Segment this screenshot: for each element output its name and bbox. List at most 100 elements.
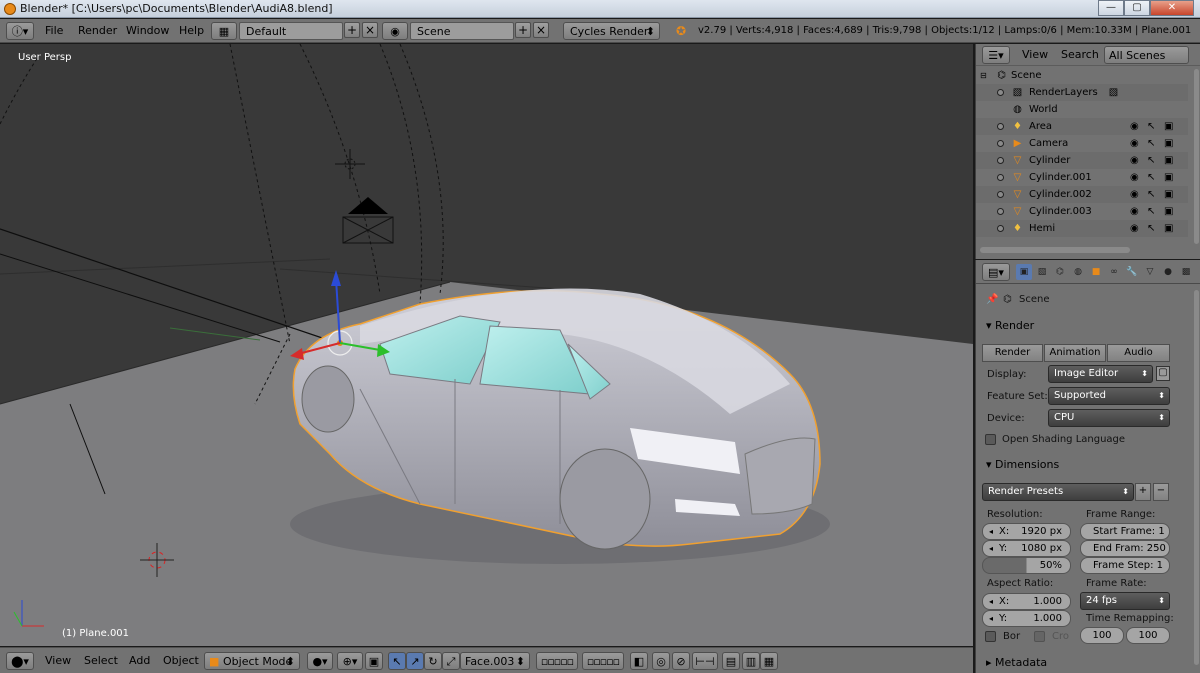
display-lock-icon[interactable]: ▢ [1156, 366, 1170, 381]
remove-preset-icon[interactable]: − [1153, 483, 1169, 501]
select-arrow-icon[interactable]: ↖ [1147, 118, 1155, 135]
minimize-button[interactable]: — [1098, 0, 1124, 16]
outliner-row-world[interactable]: ◍ World [976, 101, 1188, 118]
screen-layout-field[interactable]: Default [239, 22, 343, 40]
resolution-x-field[interactable]: ◂ X: 1920 px [982, 523, 1071, 540]
animation-button[interactable]: Animation [1044, 344, 1106, 362]
remove-layout-icon[interactable]: × [362, 22, 378, 38]
remove-scene-icon[interactable]: × [533, 22, 549, 38]
add-preset-icon[interactable]: + [1135, 483, 1151, 501]
audio-button[interactable]: Audio [1107, 344, 1170, 362]
render-camera-icon[interactable]: ▣ [1164, 169, 1173, 186]
transform-orientation-dropdown[interactable]: Face.003 ⬍ [460, 652, 530, 670]
opengl-render-icon[interactable]: ▤ [722, 652, 740, 670]
3d-viewport[interactable]: User Persp (1) Plane.001 [0, 44, 973, 646]
world-tab-icon[interactable]: ◍ [1070, 264, 1086, 280]
render-engine-dropdown[interactable]: Cycles Render ⬍ [563, 22, 660, 40]
properties-scrollbar[interactable] [1194, 290, 1199, 665]
end-frame-field[interactable]: End Fram: 250 [1080, 540, 1170, 557]
outliner-row-cylinder-001[interactable]: ▽ Cylinder.001 ◉ ↖ ▣ [976, 169, 1188, 186]
outliner-row-hemi[interactable]: ♦ Hemi ◉ ↖ ▣ [976, 220, 1188, 237]
time-remap-new-field[interactable]: 100 [1126, 627, 1170, 644]
eye-icon[interactable]: ◉ [1130, 118, 1139, 135]
select-arrow-icon[interactable]: ↖ [1147, 169, 1155, 186]
start-frame-field[interactable]: Start Frame: 1 [1080, 523, 1170, 540]
opengl-anim-icon[interactable]: ▥ [742, 652, 760, 670]
render-camera-icon[interactable]: ▣ [1164, 152, 1173, 169]
close-button[interactable]: ✕ [1150, 0, 1194, 16]
resolution-percentage-slider[interactable]: 50% [982, 557, 1071, 574]
outliner-row-cylinder-003[interactable]: ▽ Cylinder.003 ◉ ↖ ▣ [976, 203, 1188, 220]
renderlayers-tab-icon[interactable]: ▧ [1034, 264, 1050, 280]
maximize-button[interactable]: ▢ [1124, 0, 1150, 16]
layers-grid-1-icon[interactable]: ▫▫▫▫▫ [536, 652, 578, 670]
eye-icon[interactable]: ◉ [1130, 152, 1139, 169]
select-arrow-icon[interactable]: ↖ [1147, 135, 1155, 152]
camera-view-icon[interactable]: ▦ [760, 652, 778, 670]
display-dropdown[interactable]: Image Editor ⬍ [1048, 365, 1153, 383]
layers-grid-2-icon[interactable]: ▫▫▫▫▫ [582, 652, 624, 670]
menu-object[interactable]: Object [163, 652, 199, 670]
crop-checkbox[interactable] [1034, 631, 1045, 642]
dimensions-panel-header[interactable]: ▾ Dimensions [976, 455, 1176, 475]
select-arrow-icon[interactable]: ↖ [1147, 152, 1155, 169]
menu-help[interactable]: Help [179, 22, 204, 40]
outliner-row-area[interactable]: ♦ Area ◉ ↖ ▣ [976, 118, 1188, 135]
render-panel-header[interactable]: ▾ Render [976, 316, 1176, 336]
pivot-point-icon[interactable]: ⊕▾ [337, 652, 363, 670]
menu-render[interactable]: Render [78, 22, 117, 40]
resolution-y-field[interactable]: ◂ Y: 1080 px [982, 540, 1071, 557]
border-checkbox[interactable] [985, 631, 996, 642]
device-dropdown[interactable]: CPU ⬍ [1048, 409, 1170, 427]
outliner-row-cylinder-002[interactable]: ▽ Cylinder.002 ◉ ↖ ▣ [976, 186, 1188, 203]
object-tab-icon[interactable]: ■ [1088, 264, 1104, 280]
outliner-tree[interactable]: ⊟ ⌬ Scene ▧ RenderLayers ▧ ◍ World ♦ Are… [976, 67, 1188, 247]
constraints-tab-icon[interactable]: ∞ [1106, 264, 1122, 280]
outliner-scrollbar[interactable] [1194, 69, 1199, 244]
outliner-menu-search[interactable]: Search [1061, 46, 1099, 64]
frame-rate-dropdown[interactable]: 24 fps ⬍ [1080, 592, 1170, 610]
modifiers-tab-icon[interactable]: 🔧 [1124, 264, 1140, 280]
material-tab-icon[interactable]: ● [1160, 264, 1176, 280]
editor-type-info-button[interactable]: ⓘ▾ [6, 22, 34, 40]
proportional-edit-icon[interactable]: ◎ [652, 652, 670, 670]
eye-icon[interactable]: ◉ [1130, 220, 1139, 237]
snap-element-icon[interactable]: ⊢⊣ [692, 652, 718, 670]
scene-tab-icon[interactable]: ⌬ [1052, 264, 1068, 280]
render-camera-icon[interactable]: ▣ [1164, 203, 1173, 220]
snap-toggle-icon[interactable]: ⊘ [672, 652, 690, 670]
outliner-row-scene[interactable]: ⊟ ⌬ Scene [976, 67, 1188, 84]
lock-layers-icon[interactable]: ◧ [630, 652, 648, 670]
metadata-panel-header[interactable]: ▸ Metadata [976, 653, 1176, 673]
outliner-row-renderlayers[interactable]: ▧ RenderLayers ▧ [976, 84, 1188, 101]
limit-selection-icon[interactable]: ▣ [365, 652, 383, 670]
rotate-manipulator-icon[interactable]: ↻ [424, 652, 442, 670]
eye-icon[interactable]: ◉ [1130, 203, 1139, 220]
aspect-y-field[interactable]: ◂ Y: 1.000 [982, 610, 1071, 627]
frame-step-field[interactable]: Frame Step: 1 [1080, 557, 1170, 574]
scene-field[interactable]: Scene [410, 22, 514, 40]
editor-type-properties-button[interactable]: ▤▾ [982, 263, 1010, 281]
data-tab-icon[interactable]: ▽ [1142, 264, 1158, 280]
translate-manipulator-icon[interactable]: ↗ [406, 652, 424, 670]
manipulator-toggle-icon[interactable]: ↖ [388, 652, 406, 670]
outliner-display-mode-dropdown[interactable]: All Scenes [1104, 46, 1189, 64]
scene-selector-icon[interactable]: ◉ [382, 22, 408, 40]
menu-add[interactable]: Add [129, 652, 150, 670]
viewport-shading-icon[interactable]: ●▾ [307, 652, 333, 670]
render-tab-icon[interactable]: ▣ [1016, 264, 1032, 280]
eye-icon[interactable]: ◉ [1130, 186, 1139, 203]
feature-set-dropdown[interactable]: Supported ⬍ [1048, 387, 1170, 405]
screen-layout-icon[interactable]: ▦ [211, 22, 237, 40]
render-camera-icon[interactable]: ▣ [1164, 118, 1173, 135]
outliner-row-cylinder[interactable]: ▽ Cylinder ◉ ↖ ▣ [976, 152, 1188, 169]
menu-file[interactable]: File [45, 22, 63, 40]
eye-icon[interactable]: ◉ [1130, 169, 1139, 186]
menu-select[interactable]: Select [84, 652, 118, 670]
render-camera-icon[interactable]: ▣ [1164, 186, 1173, 203]
render-presets-dropdown[interactable]: Render Presets ⬍ [982, 483, 1134, 501]
select-arrow-icon[interactable]: ↖ [1147, 220, 1155, 237]
aspect-x-field[interactable]: ◂ X: 1.000 [982, 593, 1071, 610]
menu-view[interactable]: View [45, 652, 71, 670]
add-scene-icon[interactable]: + [515, 22, 531, 38]
